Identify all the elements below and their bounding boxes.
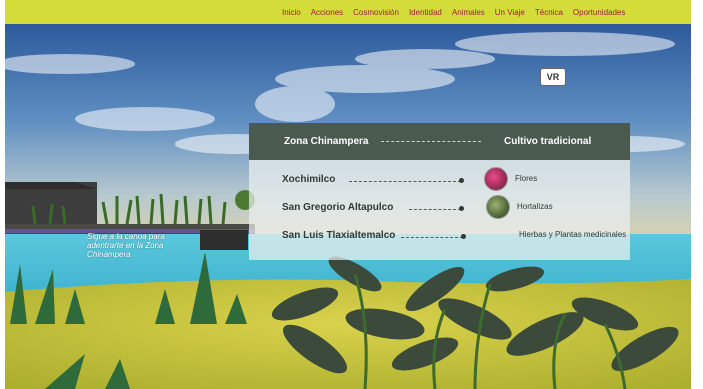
zone-row[interactable]: San Gregorio Altapulco Hortalizas (249, 195, 630, 223)
row-dashed-line (409, 209, 461, 210)
row-dot (459, 178, 464, 183)
3d-scene[interactable]: VR Zona Chinampera Cultivo tradicional X… (5, 24, 691, 389)
column-title: Cultivo tradicional (504, 136, 592, 147)
canoe-hint-caption: Sigue a la canoa para adentrarte en la Z… (87, 232, 165, 259)
nav-menu: Inicio Acciones Cosmovisión Identidad An… (282, 0, 625, 24)
place-name: San Gregorio Altapulco (282, 202, 394, 213)
header-dashed-line (381, 141, 481, 142)
nav-acciones[interactable]: Acciones (311, 8, 343, 17)
nav-cosmovision[interactable]: Cosmovisión (353, 8, 399, 17)
nav-tecnica[interactable]: Técnica (535, 8, 563, 17)
flowers-icon (484, 167, 508, 191)
vegetables-icon (486, 195, 510, 219)
crop-label: Hierbas y Plantas medicinales (519, 230, 627, 239)
row-dashed-line (401, 237, 463, 238)
crop-label: Hortalizas (517, 202, 553, 211)
info-panel: Zona Chinampera Cultivo tradicional Xoch… (249, 123, 630, 260)
nav-identidad[interactable]: Identidad (409, 8, 442, 17)
nav-inicio[interactable]: Inicio (282, 8, 301, 17)
nav-un-viaje[interactable]: Un Viaje (495, 8, 525, 17)
zone-row[interactable]: Xochimilco Flores (249, 167, 630, 195)
nav-oportunidades[interactable]: Oportunidades (573, 8, 625, 17)
nav-animales[interactable]: Animales (452, 8, 485, 17)
grass-field (5, 279, 691, 389)
row-dashed-line (349, 181, 461, 182)
place-name: San Luis Tlaxialtemalco (282, 230, 396, 241)
crop-label: Flores (515, 174, 538, 183)
vr-button[interactable]: VR (540, 68, 566, 86)
zone-title: Zona Chinampera (284, 136, 369, 147)
zone-row[interactable]: San Luis Tlaxialtemalco Hierbas y Planta… (249, 223, 630, 251)
canoe[interactable] (200, 230, 248, 250)
place-name: Xochimilco (282, 174, 336, 185)
top-nav-bar: Inicio Acciones Cosmovisión Identidad An… (5, 0, 691, 24)
row-dot (461, 234, 466, 239)
panel-header: Zona Chinampera Cultivo tradicional (249, 123, 630, 160)
row-dot (459, 206, 464, 211)
viewport: Inicio Acciones Cosmovisión Identidad An… (5, 0, 691, 389)
